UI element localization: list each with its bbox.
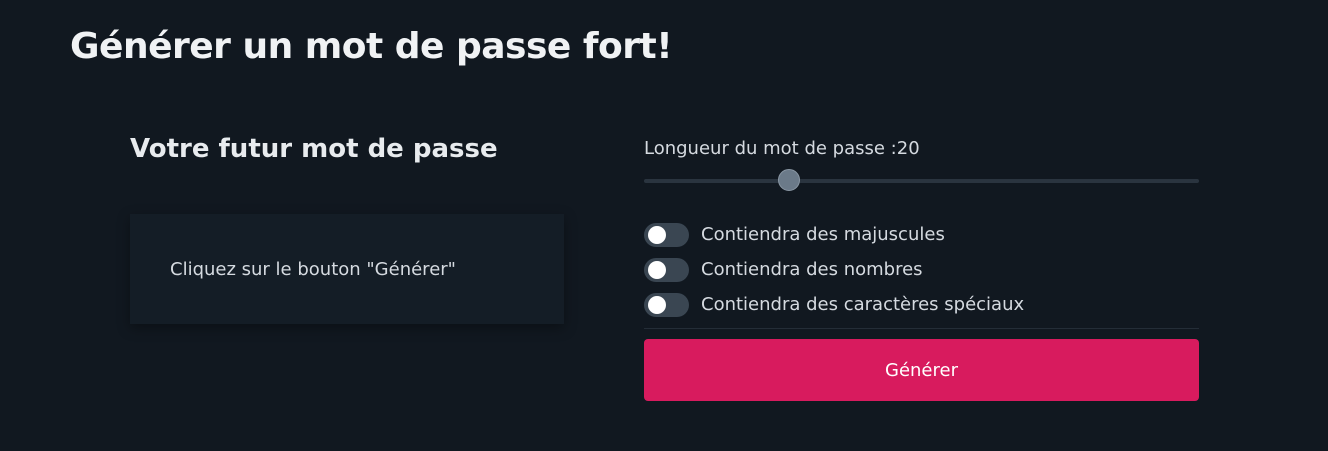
password-output-section: Votre futur mot de passe Cliquez sur le … <box>130 134 564 324</box>
toggle-row-numbers[interactable]: Contiendra des nombres <box>644 252 1199 287</box>
uppercase-toggle[interactable] <box>644 222 689 247</box>
uppercase-toggle-label: Contiendra des majuscules <box>701 224 945 245</box>
length-slider-thumb[interactable] <box>778 169 800 191</box>
output-heading: Votre futur mot de passe <box>130 134 498 164</box>
length-label-text: Longueur du mot de passe : <box>644 138 897 159</box>
toggle-knob <box>648 260 666 279</box>
numbers-toggle[interactable] <box>644 257 689 282</box>
options-panel: Longueur du mot de passe :20 Contiendra … <box>644 136 1199 401</box>
divider <box>644 328 1199 329</box>
toggle-row-special[interactable]: Contiendra des caractères spéciaux <box>644 287 1199 322</box>
password-output-box: Cliquez sur le bouton "Générer" <box>130 214 564 324</box>
special-chars-toggle[interactable] <box>644 292 689 317</box>
length-label: Longueur du mot de passe :20 <box>644 136 1199 162</box>
length-value: 20 <box>896 138 920 159</box>
page-title: Générer un mot de passe fort! <box>70 26 673 67</box>
numbers-toggle-label: Contiendra des nombres <box>701 259 923 280</box>
length-slider[interactable] <box>644 169 1199 191</box>
generate-button[interactable]: Générer <box>644 339 1199 401</box>
password-output-text: Cliquez sur le bouton "Générer" <box>170 258 456 280</box>
toggle-knob <box>648 295 666 314</box>
toggle-knob <box>648 225 666 244</box>
toggle-row-uppercase[interactable]: Contiendra des majuscules <box>644 217 1199 252</box>
toggle-list: Contiendra des majuscules Contiendra des… <box>644 217 1199 322</box>
special-chars-toggle-label: Contiendra des caractères spéciaux <box>701 294 1025 315</box>
